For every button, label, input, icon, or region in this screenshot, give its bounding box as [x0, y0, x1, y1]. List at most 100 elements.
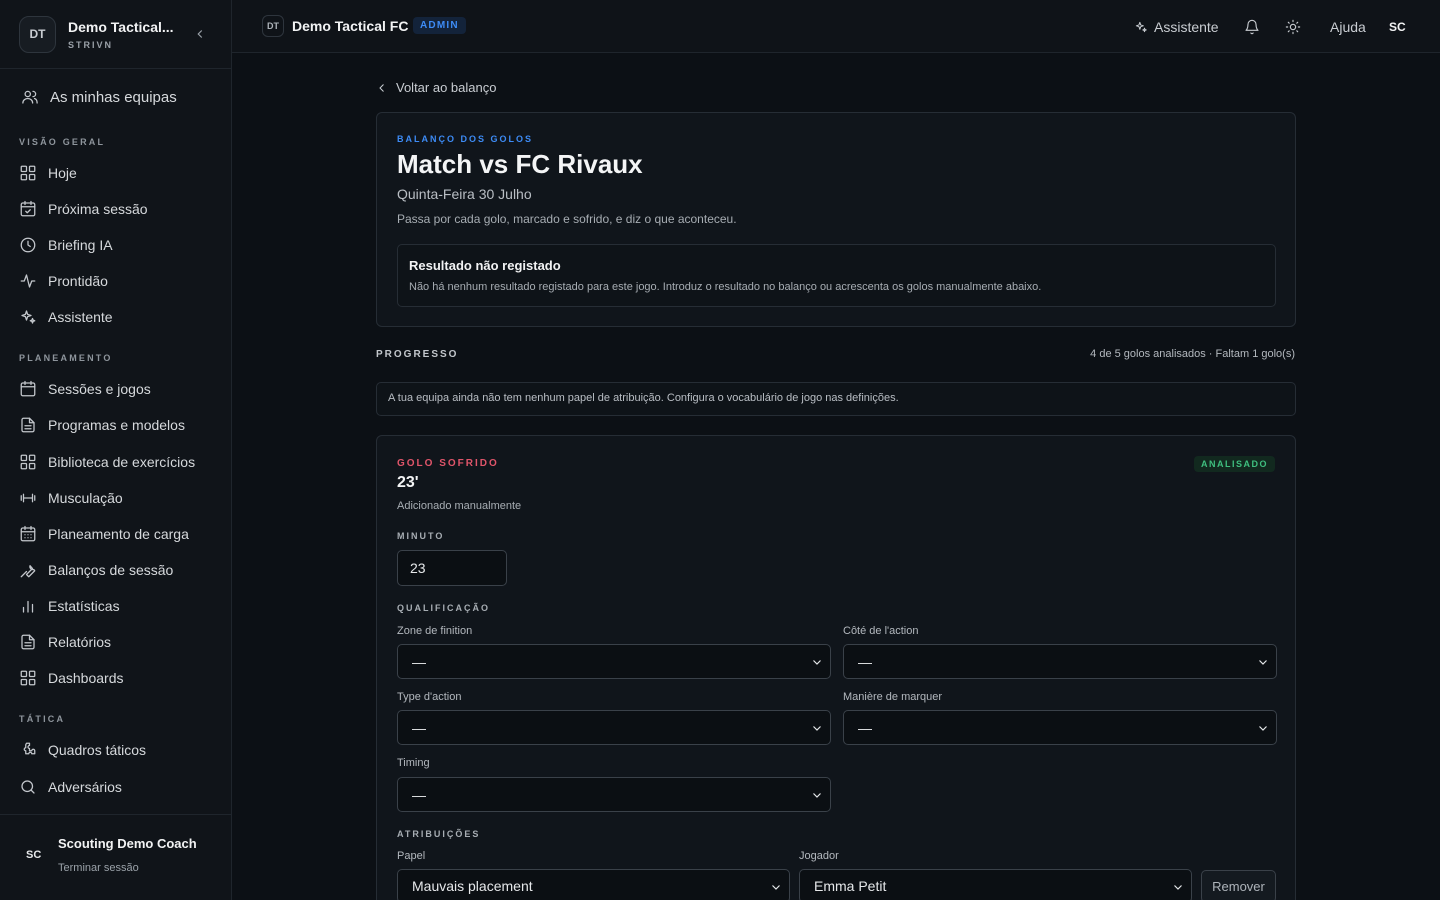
sidebar-item-next-session[interactable]: Próxima sessão: [19, 197, 148, 221]
user-name: Scouting Demo Coach: [58, 836, 197, 851]
avatar[interactable]: SC: [26, 849, 41, 861]
role-badge: ADMIN: [413, 17, 466, 34]
qualification-label: QUALIFICAÇÃO: [397, 603, 490, 613]
notice-text: Não há nenhum resultado registado para e…: [409, 281, 1042, 293]
search-icon: [21, 780, 35, 794]
collapse-sidebar-icon[interactable]: [193, 27, 207, 41]
sidebar-item-briefing[interactable]: Briefing IA: [19, 233, 113, 257]
sidebar-item-strength[interactable]: Musculação: [19, 486, 123, 510]
status-badge: ANALISADO: [1194, 456, 1275, 472]
player-select-value: Emma Petit: [814, 878, 887, 894]
sidebar-item-my-teams[interactable]: As minhas equipas: [21, 85, 177, 109]
sidebar-item-label: Musculação: [48, 490, 123, 506]
user-menu-avatar[interactable]: SC: [1389, 0, 1406, 53]
chevron-down-icon: [813, 793, 821, 798]
sidebar-item-label: As minhas equipas: [50, 88, 177, 106]
sidebar-item-assistant[interactable]: Assistente: [19, 305, 113, 329]
no-roles-info-box: A tua equipa ainda não tem nenhum papel …: [376, 382, 1296, 416]
chevron-down-icon: [772, 885, 780, 890]
team-logo-small: DT: [262, 15, 284, 37]
zone-select-value: —: [412, 653, 426, 670]
calendar-check-icon: [20, 200, 36, 217]
player-select[interactable]: Emma Petit: [799, 869, 1192, 900]
notice-title: Resultado não registado: [409, 258, 561, 273]
sidebar-item-load[interactable]: Planeamento de carga: [19, 522, 189, 546]
goal-card: GOLO SOFRIDO 23' Adicionado manualmente …: [376, 435, 1296, 900]
sidebar-item-label: Prontidão: [48, 273, 108, 289]
file-text-icon: [21, 417, 35, 433]
help-link[interactable]: Ajuda: [1330, 0, 1366, 53]
grid-icon: [20, 670, 36, 686]
side-label: Côté de l'action: [843, 625, 919, 637]
sidebar: DT Demo Tactical... STRIVN As minhas equ…: [0, 0, 232, 900]
sidebar-item-boards[interactable]: Quadros táticos: [19, 738, 146, 762]
team-name: Demo Tactical FC: [292, 18, 409, 34]
chevron-down-icon: [813, 726, 821, 731]
theme-toggle-button[interactable]: [1285, 0, 1301, 53]
chevron-down-icon: [1174, 885, 1182, 890]
zone-select[interactable]: —: [397, 644, 831, 679]
timing-select[interactable]: —: [397, 777, 831, 812]
sidebar-item-label: Próxima sessão: [48, 201, 148, 217]
side-select[interactable]: —: [843, 644, 1277, 679]
puzzle-icon: [23, 742, 36, 755]
sidebar-item-sessions[interactable]: Sessões e jogos: [19, 377, 151, 401]
page-description: Passa por cada golo, marcado e sofrido, …: [397, 212, 737, 226]
sun-icon: [1285, 19, 1301, 34]
sidebar-item-label: Sessões e jogos: [48, 381, 151, 397]
team-switcher-name[interactable]: Demo Tactical...: [68, 19, 174, 35]
sidebar-item-programs[interactable]: Programas e modelos: [19, 413, 185, 437]
assistant-label: Assistente: [1154, 18, 1219, 35]
logout-link[interactable]: Terminar sessão: [58, 862, 139, 874]
sidebar-item-readiness[interactable]: Prontidão: [19, 269, 108, 293]
team-logo[interactable]: DT: [19, 15, 56, 53]
dumbbell-icon: [20, 493, 36, 503]
attributions-label: ATRIBUIÇÕES: [397, 829, 481, 839]
activity-icon: [20, 274, 36, 288]
timing-label: Timing: [397, 757, 430, 769]
back-to-review-link[interactable]: Voltar ao balanço: [376, 80, 496, 95]
role-select[interactable]: Mauvais placement: [397, 869, 790, 900]
zone-label: Zone de finition: [397, 625, 473, 637]
sidebar-item-opponents[interactable]: Adversários: [19, 775, 122, 799]
assistant-button[interactable]: Assistente: [1134, 0, 1219, 53]
sidebar-item-reports[interactable]: Relatórios: [19, 630, 111, 654]
side-select-value: —: [858, 653, 872, 670]
page-title: Match vs FC Rivaux: [397, 149, 643, 179]
sidebar-item-label: Adversários: [48, 779, 122, 795]
sidebar-item-reviews[interactable]: Balanços de sessão: [19, 558, 173, 582]
role-select-value: Mauvais placement: [412, 878, 533, 894]
match-date: Quinta-Feira 30 Julho: [397, 186, 532, 202]
minute-input[interactable]: 23: [397, 550, 507, 586]
sidebar-item-stats[interactable]: Estatísticas: [19, 594, 120, 618]
sidebar-item-label: Dashboards: [48, 670, 124, 686]
manner-select-value: —: [858, 719, 872, 736]
bell-icon: [1245, 19, 1259, 34]
chevron-left-icon: [379, 83, 384, 92]
grid-icon: [20, 454, 36, 470]
bar-chart-icon: [22, 600, 34, 613]
remove-attribution-button[interactable]: Remover: [1201, 870, 1276, 900]
sidebar-item-label: Hoje: [48, 165, 77, 181]
sidebar-item-today[interactable]: Hoje: [19, 161, 77, 185]
notifications-button[interactable]: [1244, 0, 1260, 53]
info-text: A tua equipa ainda não tem nenhum papel …: [388, 392, 899, 404]
grid-icon: [20, 165, 36, 181]
sidebar-item-label: Planeamento de carga: [48, 526, 189, 542]
no-result-notice: Resultado não registado Não há nenhum re…: [397, 244, 1276, 307]
chevron-down-icon: [813, 660, 821, 665]
sidebar-item-dashboards[interactable]: Dashboards: [19, 666, 124, 690]
sidebar-item-exercises[interactable]: Biblioteca de exercícios: [19, 450, 195, 474]
progress-text: 4 de 5 golos analisados · Faltam 1 golo(…: [1090, 348, 1295, 360]
action-type-select[interactable]: —: [397, 710, 831, 745]
sidebar-item-label: Estatísticas: [48, 598, 120, 614]
brand-name: STRIVN: [68, 39, 114, 50]
calendar-icon: [20, 380, 36, 397]
sidebar-item-label: Biblioteca de exercícios: [48, 454, 196, 470]
page-eyebrow: BALANÇO DOS GOLOS: [397, 134, 534, 144]
player-label: Jogador: [799, 850, 839, 862]
chevron-down-icon: [1259, 660, 1267, 665]
goal-source: Adicionado manualmente: [397, 500, 522, 512]
manner-select[interactable]: —: [843, 710, 1277, 745]
back-link-label: Voltar ao balanço: [396, 80, 497, 95]
